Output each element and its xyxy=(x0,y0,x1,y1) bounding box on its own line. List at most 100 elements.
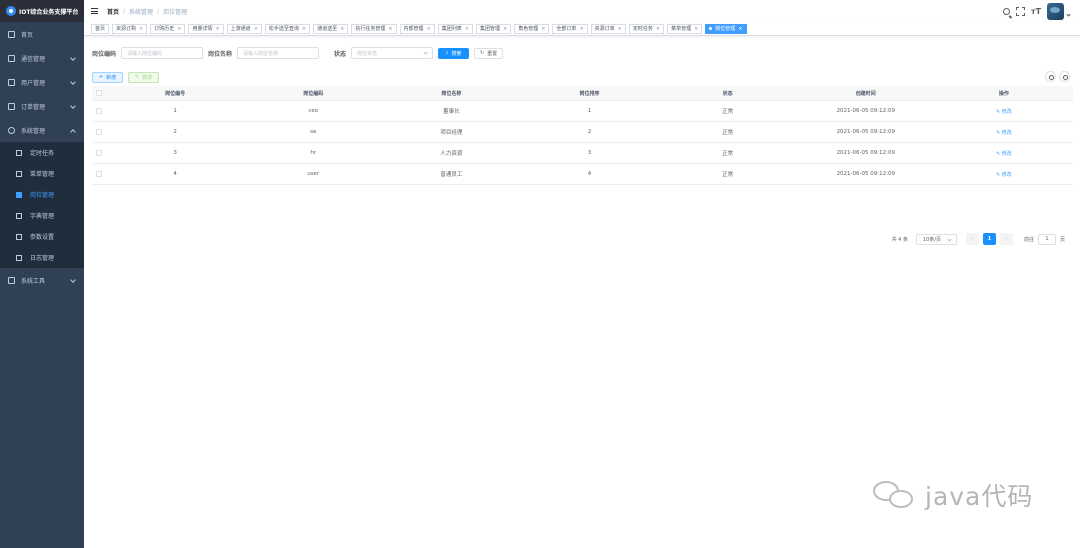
sidebar-item-system[interactable]: 系统管理 xyxy=(0,118,84,142)
row-edit-link[interactable]: ✎ 修改 xyxy=(996,151,1012,157)
status-select[interactable]: 岗位状态 xyxy=(351,47,434,59)
cell-name: 普通员工 xyxy=(440,172,463,178)
sidebar-item-orders[interactable]: 订单管理 xyxy=(0,94,84,118)
sidebar-item-dictionary[interactable]: 字典管理 xyxy=(0,205,84,226)
tab-14[interactable]: 定时任务 × xyxy=(628,23,665,34)
sidebar-item-posts[interactable]: 岗位管理 xyxy=(0,184,84,205)
close-icon[interactable]: × xyxy=(388,26,392,32)
sidebar-item-tools[interactable]: 系统工具 xyxy=(0,268,84,292)
tab-3[interactable]: 用量详情 × xyxy=(188,23,224,34)
row-checkbox-cell xyxy=(92,150,106,156)
status-placeholder: 岗位状态 xyxy=(357,50,378,57)
close-icon[interactable]: × xyxy=(177,26,181,32)
chevron-down-icon xyxy=(70,277,76,283)
page-number-1[interactable]: 1 xyxy=(982,233,996,245)
add-button[interactable]: + 新增 xyxy=(92,71,123,83)
caret-down-icon[interactable] xyxy=(1066,12,1071,17)
sidebar-item-users[interactable]: 用户管理 xyxy=(0,70,84,94)
chevron-down-icon xyxy=(423,50,428,55)
tree-table-icon xyxy=(16,170,22,177)
post-name-input[interactable]: 请输入岗位名称 xyxy=(237,47,320,59)
header-post-code: 岗位编码 xyxy=(303,90,324,97)
gear-icon xyxy=(8,126,15,134)
row-checkbox[interactable] xyxy=(96,171,102,177)
tab-10[interactable]: 集团管理 × xyxy=(475,23,512,34)
refresh-table-button[interactable] xyxy=(1059,71,1070,82)
avatar[interactable] xyxy=(1047,3,1064,20)
edit-button[interactable]: ✎ 修改 xyxy=(128,71,159,83)
close-icon[interactable]: × xyxy=(503,26,507,32)
tab-8[interactable]: 内部管理 × xyxy=(399,23,435,34)
row-checkbox[interactable] xyxy=(96,129,102,135)
fullscreen-icon[interactable] xyxy=(1016,7,1025,16)
row-checkbox[interactable] xyxy=(96,108,102,114)
close-icon[interactable]: × xyxy=(254,26,258,32)
close-icon[interactable]: × xyxy=(541,26,545,32)
post-code-input[interactable]: 请输入岗位编码 xyxy=(121,47,204,59)
logo[interactable]: IOT综合业务支撑平台 xyxy=(0,0,84,22)
cell-code: hr xyxy=(310,150,317,156)
tab-4[interactable]: 上游通道 × xyxy=(226,23,262,34)
sidebar-item-logs[interactable]: 日志管理 xyxy=(0,247,84,268)
tab-12[interactable]: 全部订单 × xyxy=(552,23,588,34)
prev-page-button[interactable]: ‹ xyxy=(965,233,979,245)
search-icon[interactable] xyxy=(1003,8,1010,15)
close-icon[interactable]: × xyxy=(694,26,698,32)
tab-label: 松手送至查询 xyxy=(268,26,299,32)
sidebar-item-home[interactable]: 首页 xyxy=(0,22,84,46)
plus-icon: + xyxy=(98,74,104,80)
close-icon[interactable]: × xyxy=(302,26,306,32)
close-icon[interactable]: × xyxy=(656,26,660,32)
next-page-button[interactable]: › xyxy=(999,233,1013,245)
close-icon[interactable]: × xyxy=(465,26,469,32)
sidebar-item-communication[interactable]: 通信管理 xyxy=(0,46,84,70)
close-icon[interactable]: × xyxy=(340,26,344,32)
tab-11[interactable]: 角色管理 × xyxy=(514,23,550,34)
search-button[interactable]: ⌕ 搜索 xyxy=(438,47,470,59)
row-checkbox[interactable] xyxy=(96,150,102,156)
cell-created: 2021-06-05 09:12:09 xyxy=(836,150,895,156)
sidebar-item-scheduled-tasks[interactable]: 定时任务 xyxy=(0,142,84,163)
sidebar-item-label: 通信管理 xyxy=(21,55,46,63)
user-icon xyxy=(8,78,15,86)
tab-9[interactable]: 集团列表 × xyxy=(437,23,473,34)
page-size-select[interactable]: 10条/页 xyxy=(915,233,957,245)
close-icon[interactable]: × xyxy=(139,26,143,32)
close-icon[interactable]: × xyxy=(427,26,431,32)
close-icon[interactable]: × xyxy=(215,26,219,32)
breadcrumb-home[interactable]: 首页 xyxy=(107,7,119,16)
hamburger-icon[interactable] xyxy=(91,8,98,14)
tab-15[interactable]: 菜单管理 × xyxy=(667,23,703,34)
logo-text: IOT综合业务支撑平台 xyxy=(19,8,79,16)
reset-button-label: 重置 xyxy=(487,50,498,57)
table-row[interactable]: 1 ceo 董事长 1 正常 2021-06-05 09:12:09 ✎ 修改 xyxy=(92,101,1073,122)
row-edit-link[interactable]: ✎ 修改 xyxy=(996,172,1012,178)
tab-label: 内部管理 xyxy=(403,26,424,32)
tab-label: 岗位管理 xyxy=(715,26,736,32)
breadcrumb-separator: / xyxy=(123,7,126,15)
close-icon[interactable]: × xyxy=(618,26,622,32)
tab-6[interactable]: 通道送至 × xyxy=(313,23,349,34)
sidebar-item-menu[interactable]: 菜单管理 xyxy=(0,163,84,184)
sidebar-item-config[interactable]: 参数设置 xyxy=(0,226,84,247)
font-size-icon[interactable]: тT xyxy=(1031,7,1041,16)
close-icon[interactable]: × xyxy=(738,26,742,32)
tab-2[interactable]: 订购历史 × xyxy=(150,23,186,34)
tab-7[interactable]: 执行任务管理 × xyxy=(351,23,397,34)
toggle-search-button[interactable] xyxy=(1045,71,1056,82)
tab-1[interactable]: 资源订购 × xyxy=(112,23,148,34)
close-icon[interactable]: × xyxy=(579,26,583,32)
goto-input[interactable]: 1 xyxy=(1037,233,1056,245)
select-all-checkbox[interactable] xyxy=(96,90,102,96)
table-row[interactable]: 2 se 项目经理 2 正常 2021-06-05 09:12:09 ✎ 修改 xyxy=(92,122,1073,143)
tab-16[interactable]: 岗位管理 × xyxy=(705,23,747,34)
tab-label: 上游通道 xyxy=(230,26,251,32)
tab-13[interactable]: 资源订单 × xyxy=(590,23,626,34)
reset-button[interactable]: ↻ 重置 xyxy=(474,47,504,59)
table-row[interactable]: 3 hr 人力资源 3 正常 2021-06-05 09:12:09 ✎ 修改 xyxy=(92,143,1073,164)
row-edit-link[interactable]: ✎ 修改 xyxy=(996,109,1012,115)
tab-5[interactable]: 松手送至查询 × xyxy=(264,23,311,34)
row-edit-link[interactable]: ✎ 修改 xyxy=(996,130,1012,136)
tab-0[interactable]: 首页 xyxy=(91,23,110,34)
table-row[interactable]: 4 user 普通员工 4 正常 2021-06-05 09:12:09 ✎ 修改 xyxy=(92,164,1073,185)
